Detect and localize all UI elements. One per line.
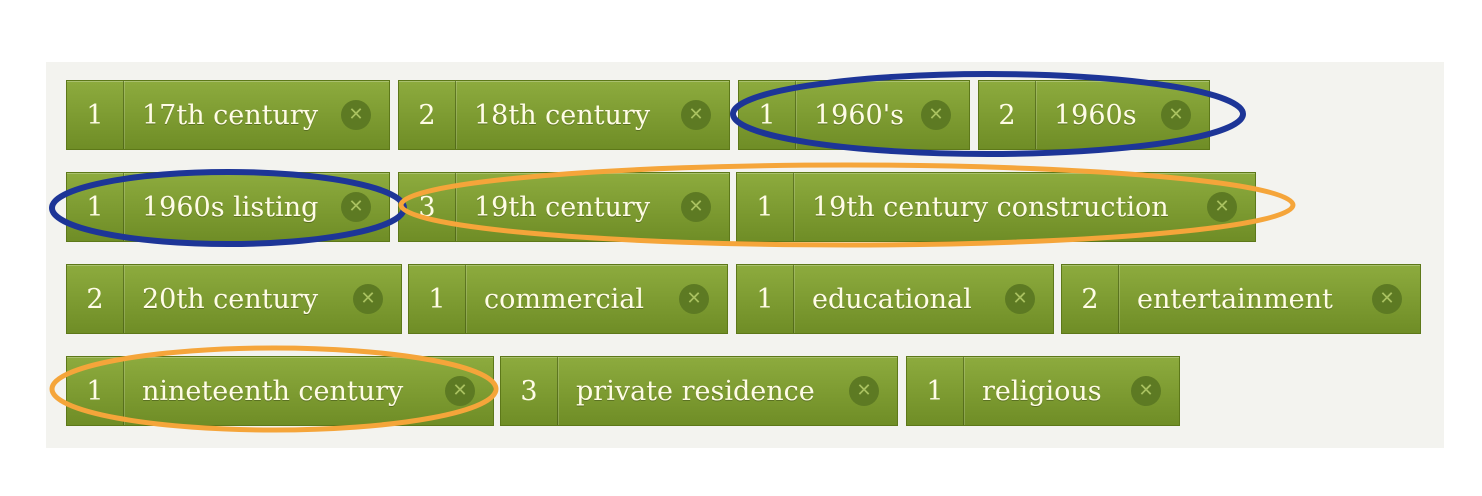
x-circle-icon[interactable]: ✕	[1207, 192, 1237, 222]
x-circle-icon[interactable]: ✕	[341, 100, 371, 130]
tag-count: 3	[399, 173, 456, 241]
tag-label: 17th century	[142, 99, 319, 131]
tag-count: 1	[739, 81, 796, 149]
tag-label: educational	[812, 283, 972, 315]
tag-count: 1	[67, 81, 124, 149]
x-circle-icon[interactable]: ✕	[445, 376, 475, 406]
x-circle-icon[interactable]: ✕	[681, 100, 711, 130]
tag-religious[interactable]: 1 religious ✕	[906, 356, 1180, 426]
tag-1960s[interactable]: 2 1960s ✕	[978, 80, 1210, 150]
x-circle-icon[interactable]: ✕	[681, 192, 711, 222]
tag-20th-century[interactable]: 2 20th century ✕	[66, 264, 402, 334]
x-circle-icon[interactable]: ✕	[1131, 376, 1161, 406]
tag-label: 1960s listing	[142, 191, 319, 223]
tag-1960s-listing[interactable]: 1 1960s listing ✕	[66, 172, 390, 242]
tag-cloud-panel: 1 17th century ✕ 2 18th century ✕ 1 1960…	[46, 62, 1444, 448]
tag-label: 19th century construction	[812, 191, 1169, 223]
x-circle-icon[interactable]: ✕	[1161, 100, 1191, 130]
tag-private-residence[interactable]: 3 private residence ✕	[500, 356, 898, 426]
tag-count: 2	[67, 265, 124, 333]
tag-count: 2	[1062, 265, 1119, 333]
tag-count: 1	[737, 173, 794, 241]
tag-label: 20th century	[142, 283, 319, 315]
tag-label: 1960s	[1054, 99, 1137, 131]
tag-17th-century[interactable]: 1 17th century ✕	[66, 80, 390, 150]
tag-label: religious	[982, 375, 1102, 407]
tag-label: private residence	[576, 375, 815, 407]
tag-count: 1	[907, 357, 964, 425]
tag-count: 1	[737, 265, 794, 333]
x-circle-icon[interactable]: ✕	[679, 284, 709, 314]
tag-entertainment[interactable]: 2 entertainment ✕	[1061, 264, 1421, 334]
tag-educational[interactable]: 1 educational ✕	[736, 264, 1054, 334]
tag-count: 1	[67, 357, 124, 425]
x-circle-icon[interactable]: ✕	[1372, 284, 1402, 314]
x-circle-icon[interactable]: ✕	[353, 284, 383, 314]
tag-label: commercial	[484, 283, 644, 315]
tag-count: 2	[399, 81, 456, 149]
tag-18th-century[interactable]: 2 18th century ✕	[398, 80, 730, 150]
tag-count: 2	[979, 81, 1036, 149]
tag-label: 18th century	[474, 99, 651, 131]
tag-1960-s-apostrophe[interactable]: 1 1960's ✕	[738, 80, 970, 150]
tag-label: entertainment	[1137, 283, 1333, 315]
x-circle-icon[interactable]: ✕	[1005, 284, 1035, 314]
x-circle-icon[interactable]: ✕	[921, 100, 951, 130]
tag-19th-century-construction[interactable]: 1 19th century construction ✕	[736, 172, 1256, 242]
tag-label: 1960's	[814, 99, 904, 131]
tag-label: nineteenth century	[142, 375, 404, 407]
tag-count: 3	[501, 357, 558, 425]
tag-count: 1	[409, 265, 466, 333]
tag-nineteenth-century[interactable]: 1 nineteenth century ✕	[66, 356, 494, 426]
x-circle-icon[interactable]: ✕	[341, 192, 371, 222]
tag-count: 1	[67, 173, 124, 241]
x-circle-icon[interactable]: ✕	[849, 376, 879, 406]
tag-label: 19th century	[474, 191, 651, 223]
tag-commercial[interactable]: 1 commercial ✕	[408, 264, 728, 334]
tag-19th-century[interactable]: 3 19th century ✕	[398, 172, 730, 242]
